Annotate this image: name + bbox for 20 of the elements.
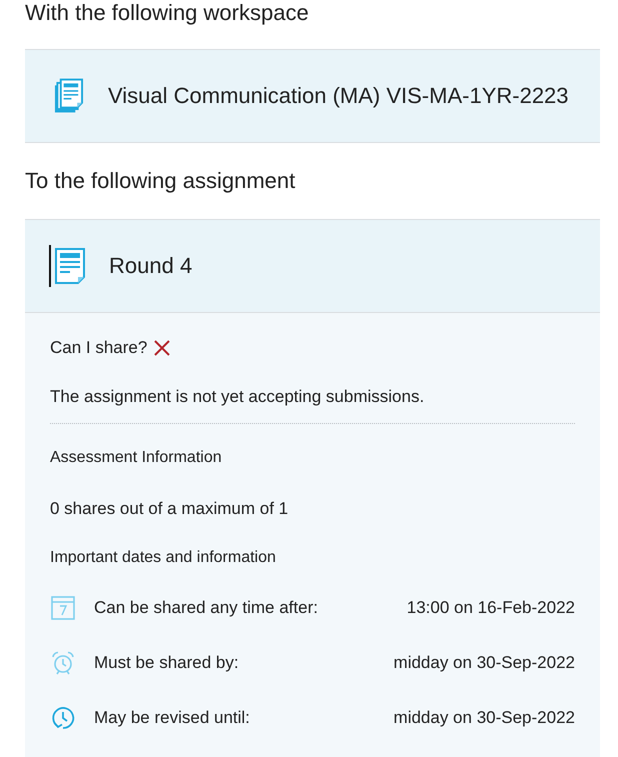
subheading: Important dates and information [50,548,277,568]
section-heading: To the following assignment [25,168,296,194]
date-label: May be revised until: [94,706,250,728]
share-question: Can I share? [50,337,148,359]
date-value: midday on 30-Sep-2022 [394,652,575,674]
subheading: Assessment Information [50,448,223,468]
document-icon [55,248,85,284]
workspace-name: Visual Communication (MA) VIS-MA-1YR-2223 [108,82,569,110]
date-value: midday on 30-Sep-2022 [394,706,575,728]
calendar-icon [50,594,76,620]
shares-info: 0 shares out of a maximum of 1 [50,498,290,520]
assignment-title: Round 4 [109,252,192,280]
alarm-clock-icon [50,650,76,676]
clock-arrow-icon [50,704,76,730]
date-label: Must be shared by: [94,652,239,674]
document-stack-icon [54,78,84,114]
status-message: The assignment is not yet accepting submissions. [50,386,426,408]
date-value: 13:00 on 16-Feb-2022 [406,596,575,618]
date-label: Can be shared any time after: [94,596,318,618]
section-heading: With the following workspace [25,0,310,26]
